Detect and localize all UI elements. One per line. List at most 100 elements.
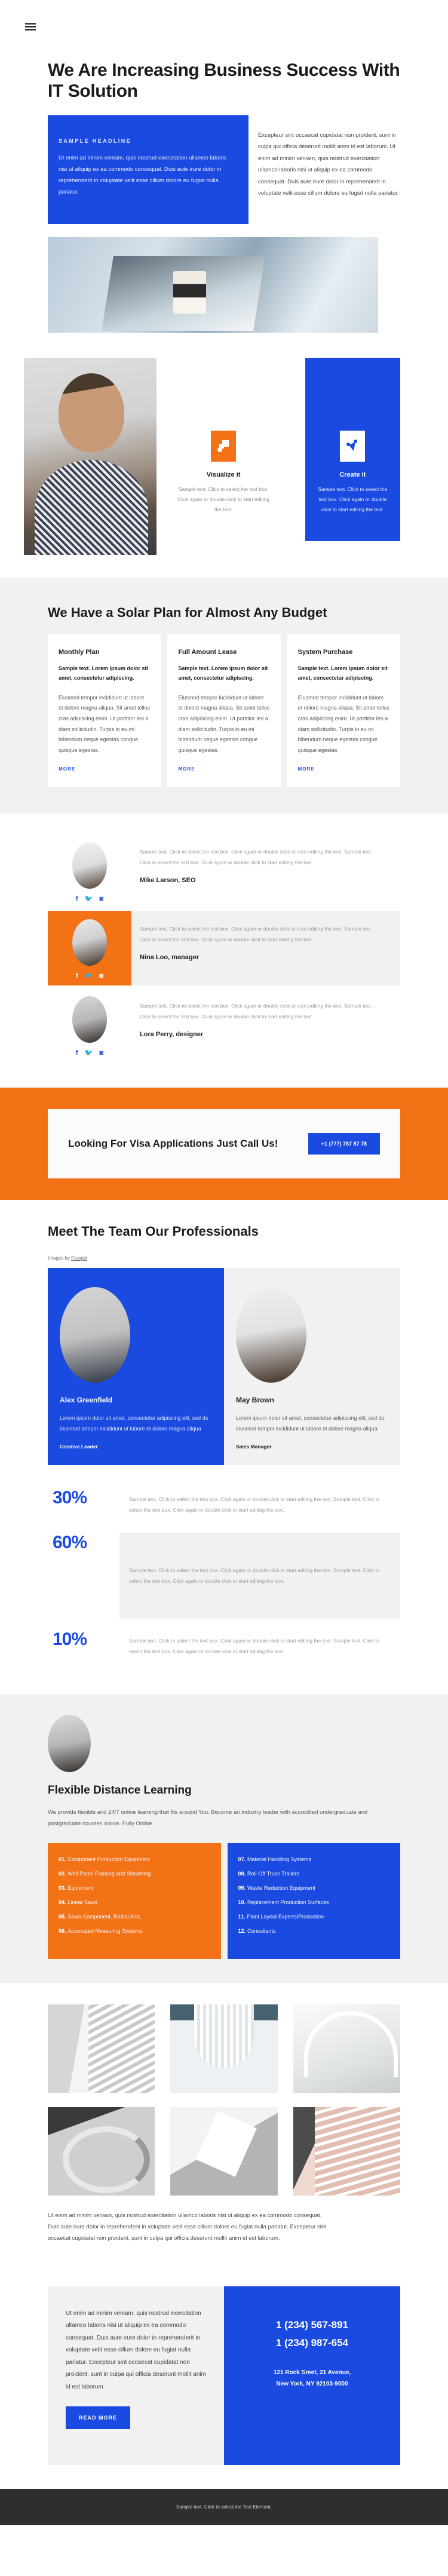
list-item-number: 08. bbox=[238, 1870, 246, 1877]
testimonial-name: Lora Perry, designer bbox=[140, 1030, 204, 1038]
testimonial-row: 𝐟 🐦 ◙ Sample text. Click to select the t… bbox=[48, 834, 400, 908]
social-links: 𝐟 🐦 ◙ bbox=[48, 896, 131, 902]
list-item-number: 11. bbox=[238, 1913, 246, 1920]
solar-plan-section: We Have a Solar Plan for Almost Any Budg… bbox=[0, 577, 448, 814]
stat-row: 30% Sample text. Click to select the tex… bbox=[48, 1488, 400, 1522]
hero-right-column: Excepteur sint occaecat cupidatat non pr… bbox=[248, 115, 400, 199]
team-member-role: Creative Leader bbox=[60, 1444, 98, 1450]
avatar bbox=[48, 1714, 91, 1772]
stat-row: 60% Sample text. Click to select the tex… bbox=[48, 1532, 400, 1619]
list-item-label: Equipment bbox=[67, 1884, 94, 1891]
list-item[interactable]: 07. Material Handling Systems bbox=[238, 1856, 390, 1862]
call-phone-button[interactable]: +1 (777) 787 87 78 bbox=[308, 1133, 380, 1155]
twitter-icon[interactable]: 🐦 bbox=[85, 1050, 93, 1057]
list-item[interactable]: 04. Linear Saws bbox=[59, 1899, 210, 1905]
stat-value: 10% bbox=[53, 1629, 87, 1650]
facebook-icon[interactable]: 𝐟 bbox=[76, 896, 78, 902]
learning-list-right: 07. Material Handling Systems 08. Roll-Off… bbox=[227, 1843, 400, 1959]
hero-blue-card: SAMPLE HEADLINE Ut enim ad minim veniam,… bbox=[48, 115, 248, 224]
avatar bbox=[72, 842, 107, 889]
testimonial-body: Sample text. Click to select the text bo… bbox=[131, 911, 400, 986]
list-item[interactable]: 06. Automated Measuring Systems bbox=[59, 1928, 210, 1934]
list-item-label: Linear Saws bbox=[67, 1899, 98, 1905]
site-header bbox=[0, 0, 448, 54]
list-item[interactable]: 03. Equipment bbox=[59, 1885, 210, 1891]
twitter-icon[interactable]: 🐦 bbox=[85, 973, 93, 980]
list-item[interactable]: 12. Consultants bbox=[238, 1928, 390, 1934]
plan-more-link[interactable]: MORE bbox=[178, 766, 269, 772]
gallery-image[interactable] bbox=[293, 2107, 400, 2196]
list-item-number: 12. bbox=[238, 1927, 246, 1934]
team-member-role: Sales Manager bbox=[236, 1444, 272, 1450]
feature-title: Create it bbox=[339, 471, 366, 478]
hero-image bbox=[48, 237, 378, 333]
plan-name: System Purchase bbox=[297, 648, 353, 656]
list-item[interactable]: 08. Roll-Off Truss Trailers bbox=[238, 1871, 390, 1877]
plan-name: Monthly Plan bbox=[59, 648, 100, 656]
plan-lead: Sample text. Lorem ipsum dolor sit amet,… bbox=[297, 665, 388, 681]
list-item-label: Wall Panel Framing and Sheathing bbox=[67, 1870, 151, 1877]
team-member-name: Alex Greenfield bbox=[60, 1396, 113, 1404]
list-item-number: 09. bbox=[238, 1884, 246, 1891]
plan-lead: Sample text. Lorem ipsum dolor sit amet,… bbox=[59, 665, 149, 681]
feature-card-create[interactable]: Create it Sample text. Click to select t… bbox=[305, 357, 400, 541]
gallery-image[interactable] bbox=[48, 2004, 155, 2093]
avatar bbox=[60, 1287, 130, 1383]
hero-blue-text: Ut enim ad minim veniam, quis nostrud ex… bbox=[59, 154, 227, 195]
plan-more-link[interactable]: MORE bbox=[59, 766, 150, 772]
gallery-image[interactable] bbox=[170, 2107, 278, 2196]
list-item-label: Automated Measuring Systems bbox=[67, 1927, 143, 1934]
instagram-icon[interactable]: ◙ bbox=[99, 1050, 103, 1057]
list-item-number: 03. bbox=[59, 1884, 66, 1891]
list-item-number: 02. bbox=[59, 1870, 66, 1877]
phone-number-primary[interactable]: 1 (234) 567-891 bbox=[242, 2316, 382, 2334]
facebook-icon[interactable]: 𝐟 bbox=[76, 1050, 78, 1057]
instagram-icon[interactable]: ◙ bbox=[99, 973, 103, 980]
list-item-number: 06. bbox=[59, 1927, 66, 1934]
contact-text: Ut enim ad minim veniam, quis nostrud ex… bbox=[66, 2310, 206, 2390]
gallery-image[interactable] bbox=[48, 2107, 155, 2196]
feature-text: Sample text. Click to select the text bo… bbox=[177, 486, 270, 512]
stat-row: 10% Sample text. Click to select the tex… bbox=[48, 1629, 400, 1663]
plan-card: System Purchase Sample text. Lorem ipsum… bbox=[287, 634, 400, 788]
plan-body: Eiusmod tempor incididunt ut labore et d… bbox=[178, 694, 270, 753]
node-network-icon bbox=[340, 430, 366, 462]
hamburger-menu-icon[interactable] bbox=[25, 22, 36, 32]
testimonial-avatar-block: 𝐟 🐦 ◙ bbox=[48, 988, 131, 1063]
team-member-bio: Lorem ipsum dolor sit amet, consectetur … bbox=[236, 1415, 385, 1432]
gallery-image[interactable] bbox=[293, 2004, 400, 2093]
stat-value: 30% bbox=[53, 1488, 87, 1507]
list-item[interactable]: 01. Component Production Equipment bbox=[59, 1856, 210, 1862]
stat-text: Sample text. Click to select the text bo… bbox=[129, 1638, 380, 1655]
contact-info-card: 1 (234) 567-891 1 (234) 987-654 121 Rock… bbox=[224, 2286, 400, 2466]
plan-more-link[interactable]: MORE bbox=[298, 766, 389, 772]
read-more-button[interactable]: READ MORE bbox=[66, 2406, 131, 2430]
social-links: 𝐟 🐦 ◙ bbox=[48, 1050, 131, 1057]
testimonial-body: Sample text. Click to select the text bo… bbox=[131, 834, 400, 908]
page-root: We Are Increasing Business Success With … bbox=[0, 0, 448, 2526]
stats-section: 30% Sample text. Click to select the tex… bbox=[48, 1465, 400, 1694]
twitter-icon[interactable]: 🐦 bbox=[85, 896, 93, 902]
learning-section: Flexible Distance Learning We provide fl… bbox=[0, 1694, 448, 1983]
feature-card-visualize[interactable]: Visualize it Sample text. Click to selec… bbox=[177, 358, 271, 541]
list-item[interactable]: 02. Wall Panel Framing and Sheathing bbox=[59, 1871, 210, 1877]
hero-kicker: SAMPLE HEADLINE bbox=[59, 137, 132, 144]
facebook-icon[interactable]: 𝐟 bbox=[76, 973, 78, 980]
learning-intro: We provide flexible and 24/7 online lear… bbox=[48, 1809, 368, 1828]
list-item[interactable]: 05. Saws-Component, Radial Arm, bbox=[59, 1914, 210, 1920]
feature-portrait-image bbox=[24, 357, 157, 555]
list-item-number: 05. bbox=[59, 1913, 66, 1920]
phone-number-secondary[interactable]: 1 (234) 987-654 bbox=[242, 2334, 382, 2352]
contact-text-card: Ut enim ad minim veniam, quis nostrud ex… bbox=[48, 2286, 224, 2466]
feature-title: Visualize it bbox=[206, 471, 241, 478]
list-item[interactable]: 09. Waste Reduction Equipment bbox=[238, 1885, 390, 1891]
list-item[interactable]: 10. Replacement Production Surfaces bbox=[238, 1899, 390, 1905]
instagram-icon[interactable]: ◙ bbox=[99, 896, 103, 902]
plan-body: Eiusmod tempor incididunt ut labore et d… bbox=[59, 694, 151, 753]
gallery-image[interactable] bbox=[170, 2004, 278, 2093]
team-member-card: Alex Greenfield Lorem ipsum dolor sit am… bbox=[48, 1268, 224, 1465]
freepik-link[interactable]: Freepik bbox=[71, 1255, 87, 1261]
contact-section: Ut enim ad minim veniam, quis nostrud ex… bbox=[48, 2260, 400, 2489]
list-item[interactable]: 11. Plant Layout Experts/Production bbox=[238, 1914, 390, 1920]
solar-title: We Have a Solar Plan for Almost Any Budg… bbox=[48, 604, 327, 620]
